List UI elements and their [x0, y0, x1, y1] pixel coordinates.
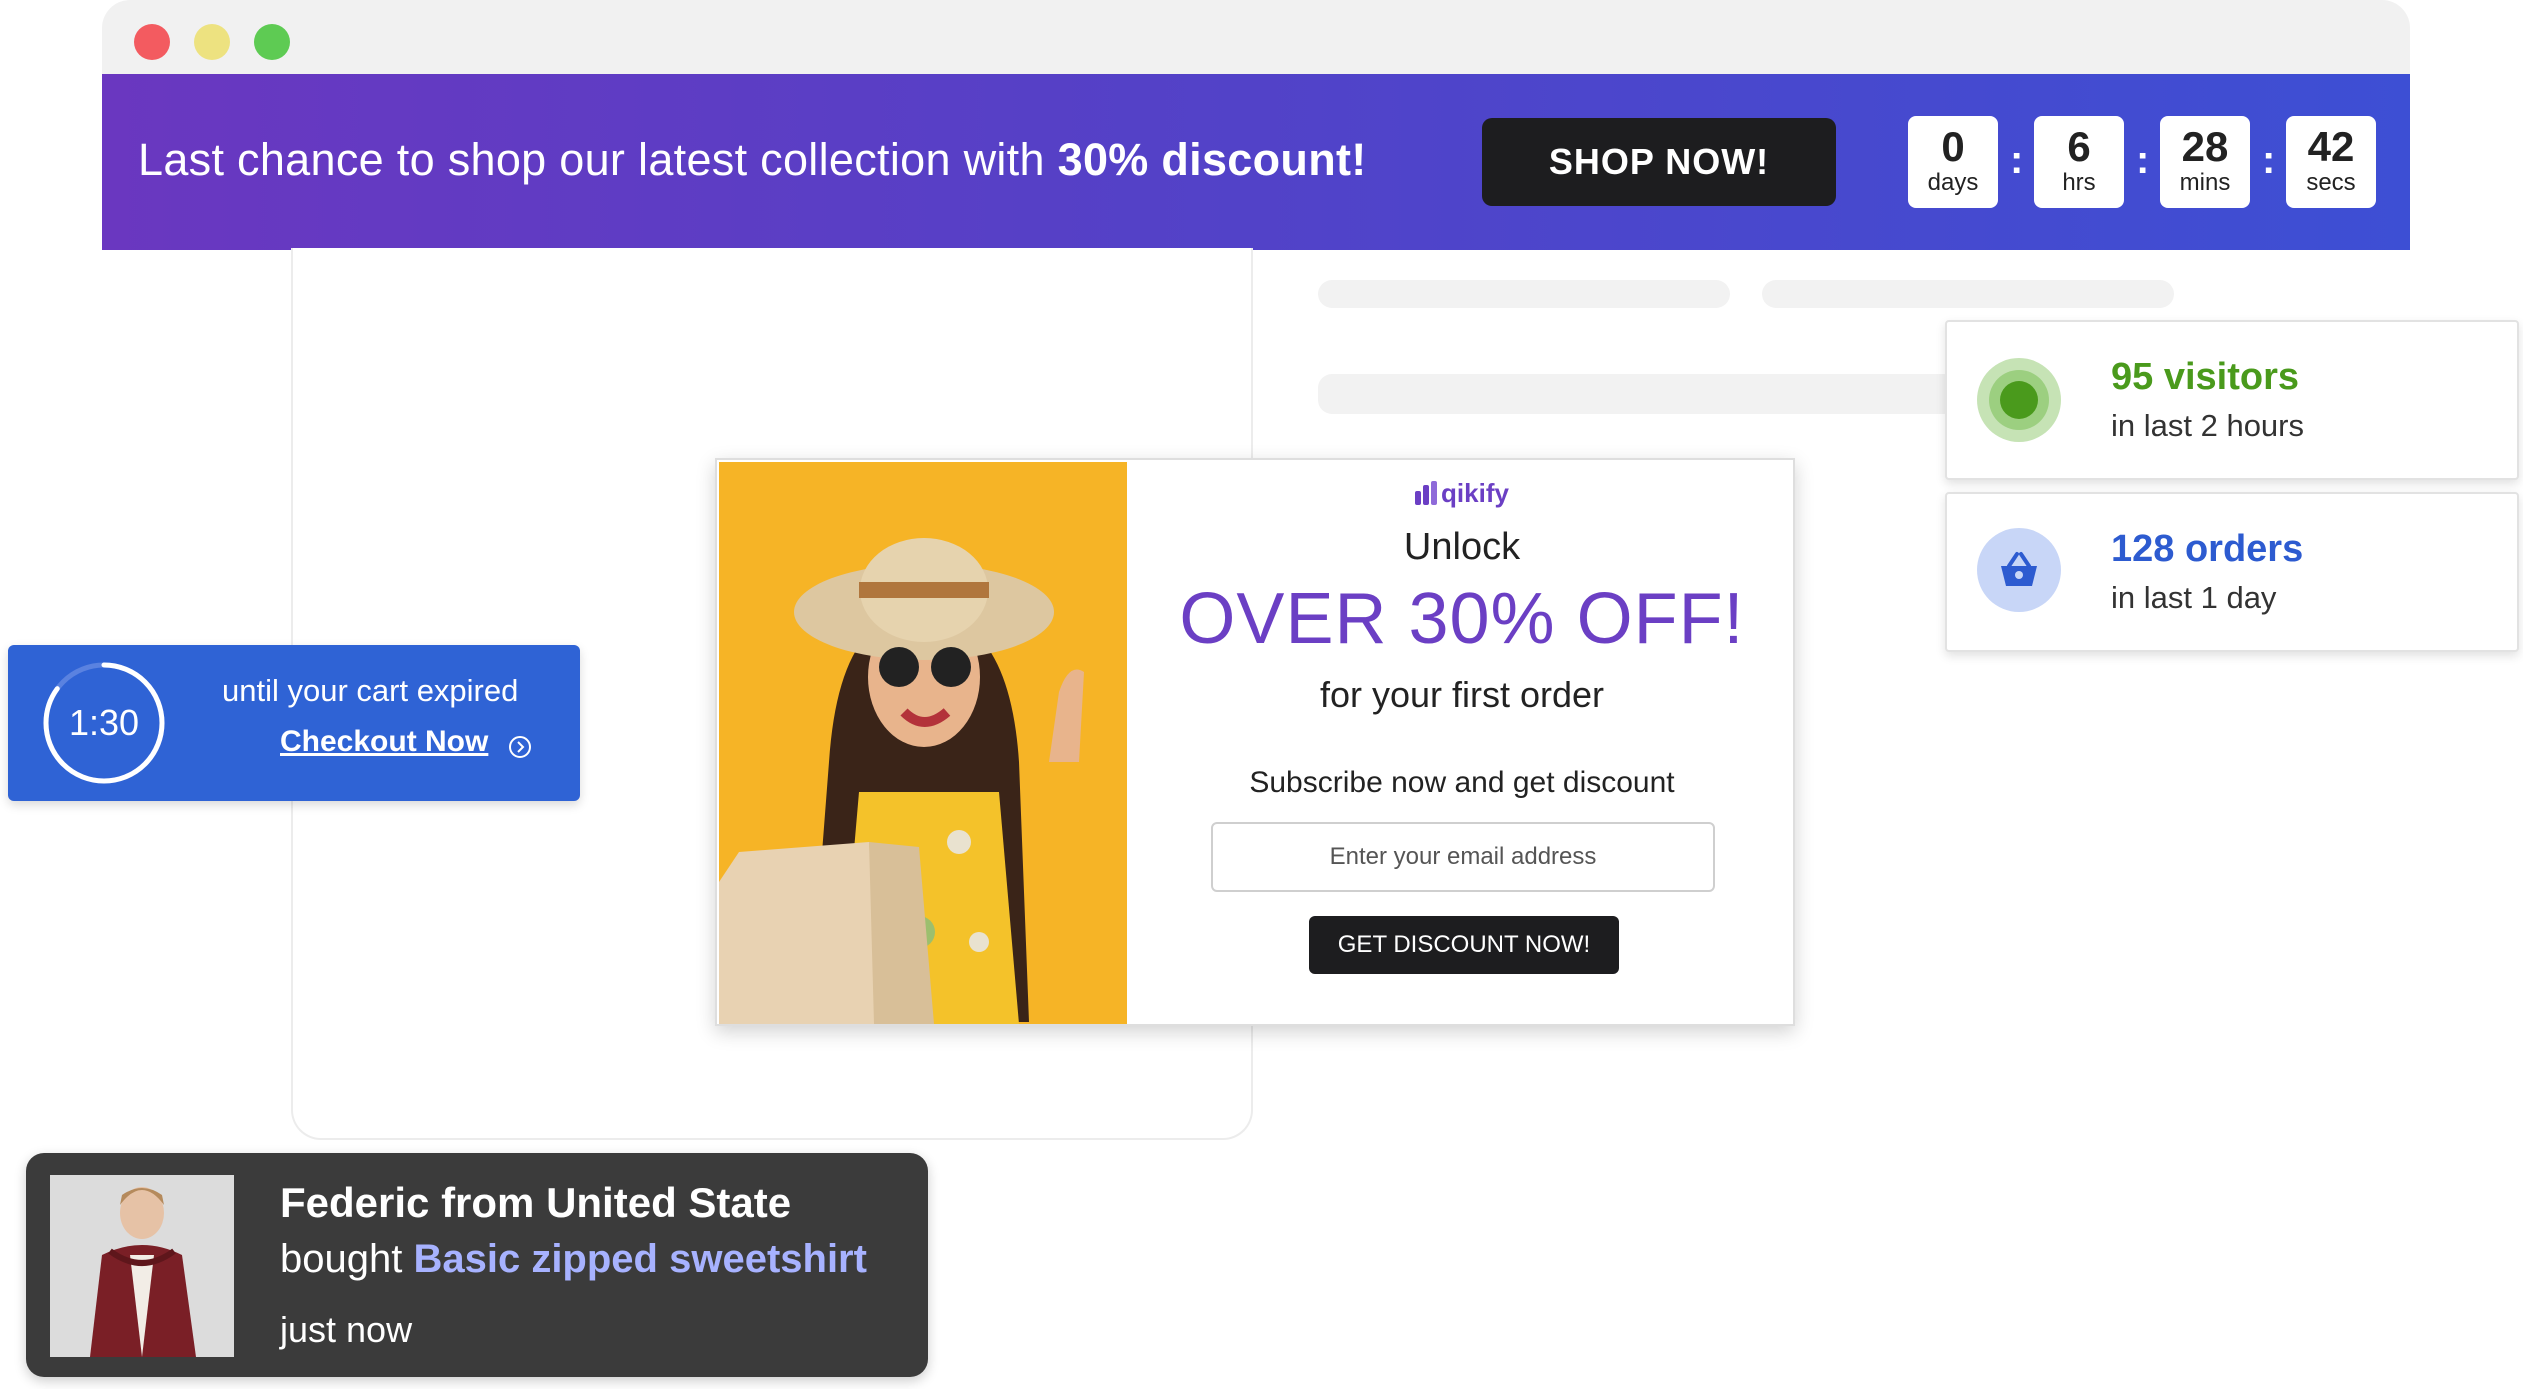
sweatshirt-model-image	[50, 1175, 234, 1357]
brand-logo: qikify	[1129, 478, 1795, 509]
orders-stat-card: 128 orders in last 1 day	[1945, 492, 2519, 652]
product-thumbnail	[50, 1175, 234, 1357]
countdown-separator: :	[2262, 138, 2276, 182]
promo-banner: Last chance to shop our latest collectio…	[102, 74, 2410, 250]
countdown-minutes-unit: mins	[2179, 169, 2231, 196]
cart-timer-message: until your cart expired	[222, 673, 519, 708]
countdown-seconds-unit: secs	[2306, 169, 2356, 196]
banner-text-prefix: Last chance to shop our latest collectio…	[138, 134, 1058, 185]
purchased-product-link[interactable]: Basic zipped sweetshirt	[413, 1237, 866, 1281]
get-discount-button[interactable]: GET DISCOUNT NOW!	[1309, 916, 1619, 974]
countdown-days: 0 days	[1908, 116, 1998, 208]
visitors-stat-card: 95 visitors in last 2 hours	[1945, 320, 2519, 480]
orders-period: in last 1 day	[2111, 580, 2277, 615]
chevron-circle-right-icon[interactable]	[508, 735, 532, 759]
minimize-window-button[interactable]	[194, 24, 230, 60]
discount-popup: qikify Unlock OVER 30% OFF! for your fir…	[715, 458, 1795, 1026]
countdown-days-value: 0	[1941, 123, 1965, 170]
purchase-timestamp: just now	[280, 1309, 413, 1350]
cart-timer-widget: 1:30 until your cart expired Checkout No…	[8, 645, 580, 801]
countdown-minutes: 28 mins	[2160, 116, 2250, 208]
visitors-pulse-icon	[1977, 358, 2061, 442]
shopping-woman-illustration	[719, 462, 1127, 1024]
popup-offer-headline: OVER 30% OFF!	[1179, 579, 1745, 659]
popup-subscribe-text: Subscribe now and get discount	[1249, 766, 1675, 799]
orders-count: 128 orders	[2111, 528, 2304, 570]
skeleton-line	[1762, 280, 2174, 308]
banner-message: Last chance to shop our latest collectio…	[138, 134, 1367, 186]
countdown-hours-value: 6	[2067, 123, 2091, 170]
popup-offer-subtitle: for your first order	[1319, 674, 1605, 715]
brand-name: qikify	[1441, 478, 1509, 508]
email-input[interactable]	[1211, 822, 1715, 892]
qikify-logo-icon	[1415, 481, 1438, 505]
countdown-minutes-value: 28	[2181, 123, 2229, 170]
countdown-seconds-value: 42	[2307, 123, 2355, 170]
skeleton-line	[1318, 280, 1730, 308]
popup-content: qikify Unlock OVER 30% OFF! for your fir…	[1129, 460, 1795, 1026]
recent-purchase-notification[interactable]: Federic from United State bought Basic z…	[26, 1153, 928, 1377]
visitors-count: 95 visitors	[2111, 356, 2299, 398]
buyer-name: Federic from United State	[280, 1179, 792, 1226]
close-window-button[interactable]	[134, 24, 170, 60]
basket-icon	[1977, 528, 2061, 612]
popup-model-image	[719, 462, 1127, 1024]
checkout-now-link[interactable]: Checkout Now	[280, 725, 488, 759]
bought-label: bought	[280, 1237, 414, 1281]
cart-timer-countdown: 1:30	[68, 702, 140, 743]
shop-now-button[interactable]: SHOP NOW!	[1482, 118, 1836, 206]
banner-text-highlight: 30% discount!	[1057, 134, 1367, 185]
countdown-separator: :	[2010, 138, 2024, 182]
popup-unlock-text: Unlock	[1403, 526, 1521, 568]
countdown-hours: 6 hrs	[2034, 116, 2124, 208]
purchase-description: bought Basic zipped sweetshirt	[280, 1237, 867, 1282]
countdown-seconds: 42 secs	[2286, 116, 2376, 208]
countdown-hours-unit: hrs	[2062, 169, 2096, 196]
countdown-days-unit: days	[1927, 169, 1979, 196]
countdown-separator: :	[2136, 138, 2150, 182]
visitors-period: in last 2 hours	[2111, 408, 2304, 443]
skeleton-line	[1318, 374, 1958, 414]
maximize-window-button[interactable]	[254, 24, 290, 60]
